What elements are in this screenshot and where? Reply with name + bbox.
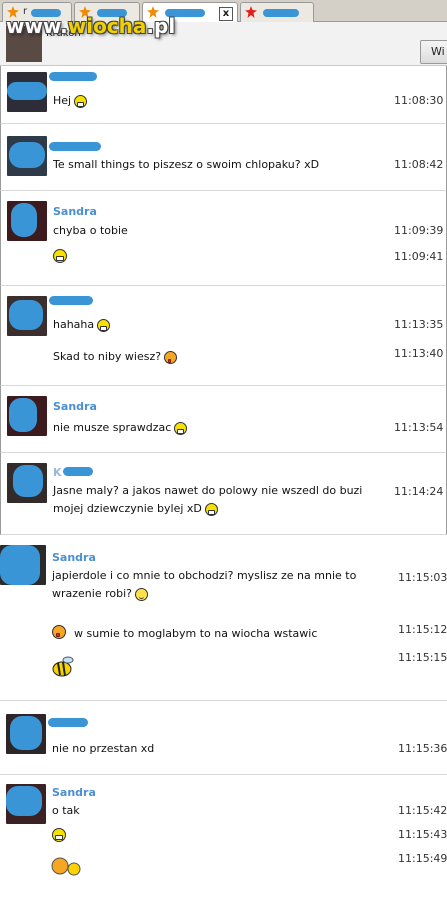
smile-emoticon-icon [134, 587, 148, 601]
grin-emoticon-icon [74, 94, 88, 108]
avatar [7, 296, 47, 336]
redaction-scribble [49, 72, 97, 81]
sender-name: Sandra [53, 205, 97, 218]
message-text: nie no przestan xd [52, 742, 155, 755]
message-block: Sandra nie musze sprawdzac 11:13:54 [0, 386, 447, 453]
sender-name: Sandra [52, 786, 96, 799]
message-time: 11:14:24 [394, 485, 444, 498]
redaction-scribble [48, 718, 88, 727]
sender-name: Sandra [53, 400, 97, 413]
message-text: Jasne maly? a jakos nawet do polowy nie … [53, 484, 363, 516]
avatar [7, 396, 47, 436]
tab-close-button[interactable]: x [219, 7, 233, 21]
message-text: Hej [53, 94, 88, 108]
message-block: K Jasne maly? a jakos nawet do polowy ni… [0, 453, 447, 535]
wink-tongue-emoticon-icon [164, 350, 178, 364]
message-time: 11:08:30 [394, 94, 444, 107]
message-time: 11:15:12 [398, 623, 447, 636]
message-block: Hej 11:08:30 [0, 66, 447, 124]
starburst-red-icon [245, 6, 257, 18]
message-time: 11:09:41 [394, 250, 444, 263]
message-block: Sandra japierdole i co mnie to obchodzi?… [0, 537, 447, 701]
avatar [0, 545, 46, 585]
message-time: 11:15:43 [398, 828, 447, 841]
message-time: 11:15:36 [398, 742, 447, 755]
message-text: japierdole i co mnie to obchodzi? myslis… [52, 569, 357, 601]
message-time: 11:15:49 [398, 852, 447, 865]
message-text: chyba o tobie [53, 224, 128, 237]
message-text: Skad to niby wiesz? [53, 350, 178, 364]
message-text: w sumie to moglabym to na wiocha wstawic [74, 627, 318, 640]
message-time: 11:15:15 [398, 651, 447, 664]
grin-emoticon-icon [53, 249, 67, 263]
avatar [7, 72, 47, 112]
message-text: hahaha [53, 318, 111, 332]
grin-emoticon-icon [52, 828, 66, 842]
redaction-scribble [49, 296, 93, 305]
grin-emoticon-icon [97, 318, 111, 332]
thinking-emoticon-icon [52, 625, 66, 639]
message-time: 11:09:39 [394, 224, 444, 237]
grin-emoticon-icon [174, 421, 188, 435]
message-block: Sandra o tak 11:15:42 11:15:43 11:15:49 [0, 776, 447, 900]
site-watermark: www.wiocha.pl [6, 14, 176, 38]
bee-emoticon-icon [52, 656, 74, 677]
message-time: 11:15:03 [398, 571, 447, 584]
message-text: nie musze sprawdzac [53, 421, 188, 435]
avatar [6, 714, 46, 754]
message-time: 11:08:42 [394, 158, 444, 171]
tab-chat-4[interactable] [240, 2, 314, 22]
message-block: Sandra chyba o tobie 11:09:39 11:09:41 [0, 191, 447, 286]
message-text: o tak [52, 804, 80, 817]
redaction-scribble [263, 9, 299, 17]
grin-emoticon-icon [204, 502, 218, 516]
message-time: 11:15:42 [398, 804, 447, 817]
sender-name: Sandra [52, 551, 96, 564]
message-time: 11:13:40 [394, 347, 444, 360]
header-button[interactable]: Wi [420, 40, 447, 64]
sender-name: K [53, 466, 62, 479]
redaction-scribble [49, 142, 101, 151]
avatar [7, 201, 47, 241]
redaction-scribble [63, 467, 93, 476]
avatar [7, 136, 47, 176]
hug-emoticon-icon [51, 857, 81, 876]
chat-log: Hej 11:08:30 Te small things to piszesz … [0, 66, 447, 900]
message-time: 11:13:54 [394, 421, 444, 434]
message-block: Te small things to piszesz o swoim chlop… [0, 124, 447, 191]
avatar [7, 463, 47, 503]
message-text: Te small things to piszesz o swoim chlop… [53, 158, 320, 171]
avatar [6, 784, 46, 824]
message-block: hahaha 11:13:35 Skad to niby wiesz? 11:1… [0, 286, 447, 386]
message-block: nie no przestan xd 11:15:36 [0, 704, 447, 775]
message-time: 11:13:35 [394, 318, 444, 331]
